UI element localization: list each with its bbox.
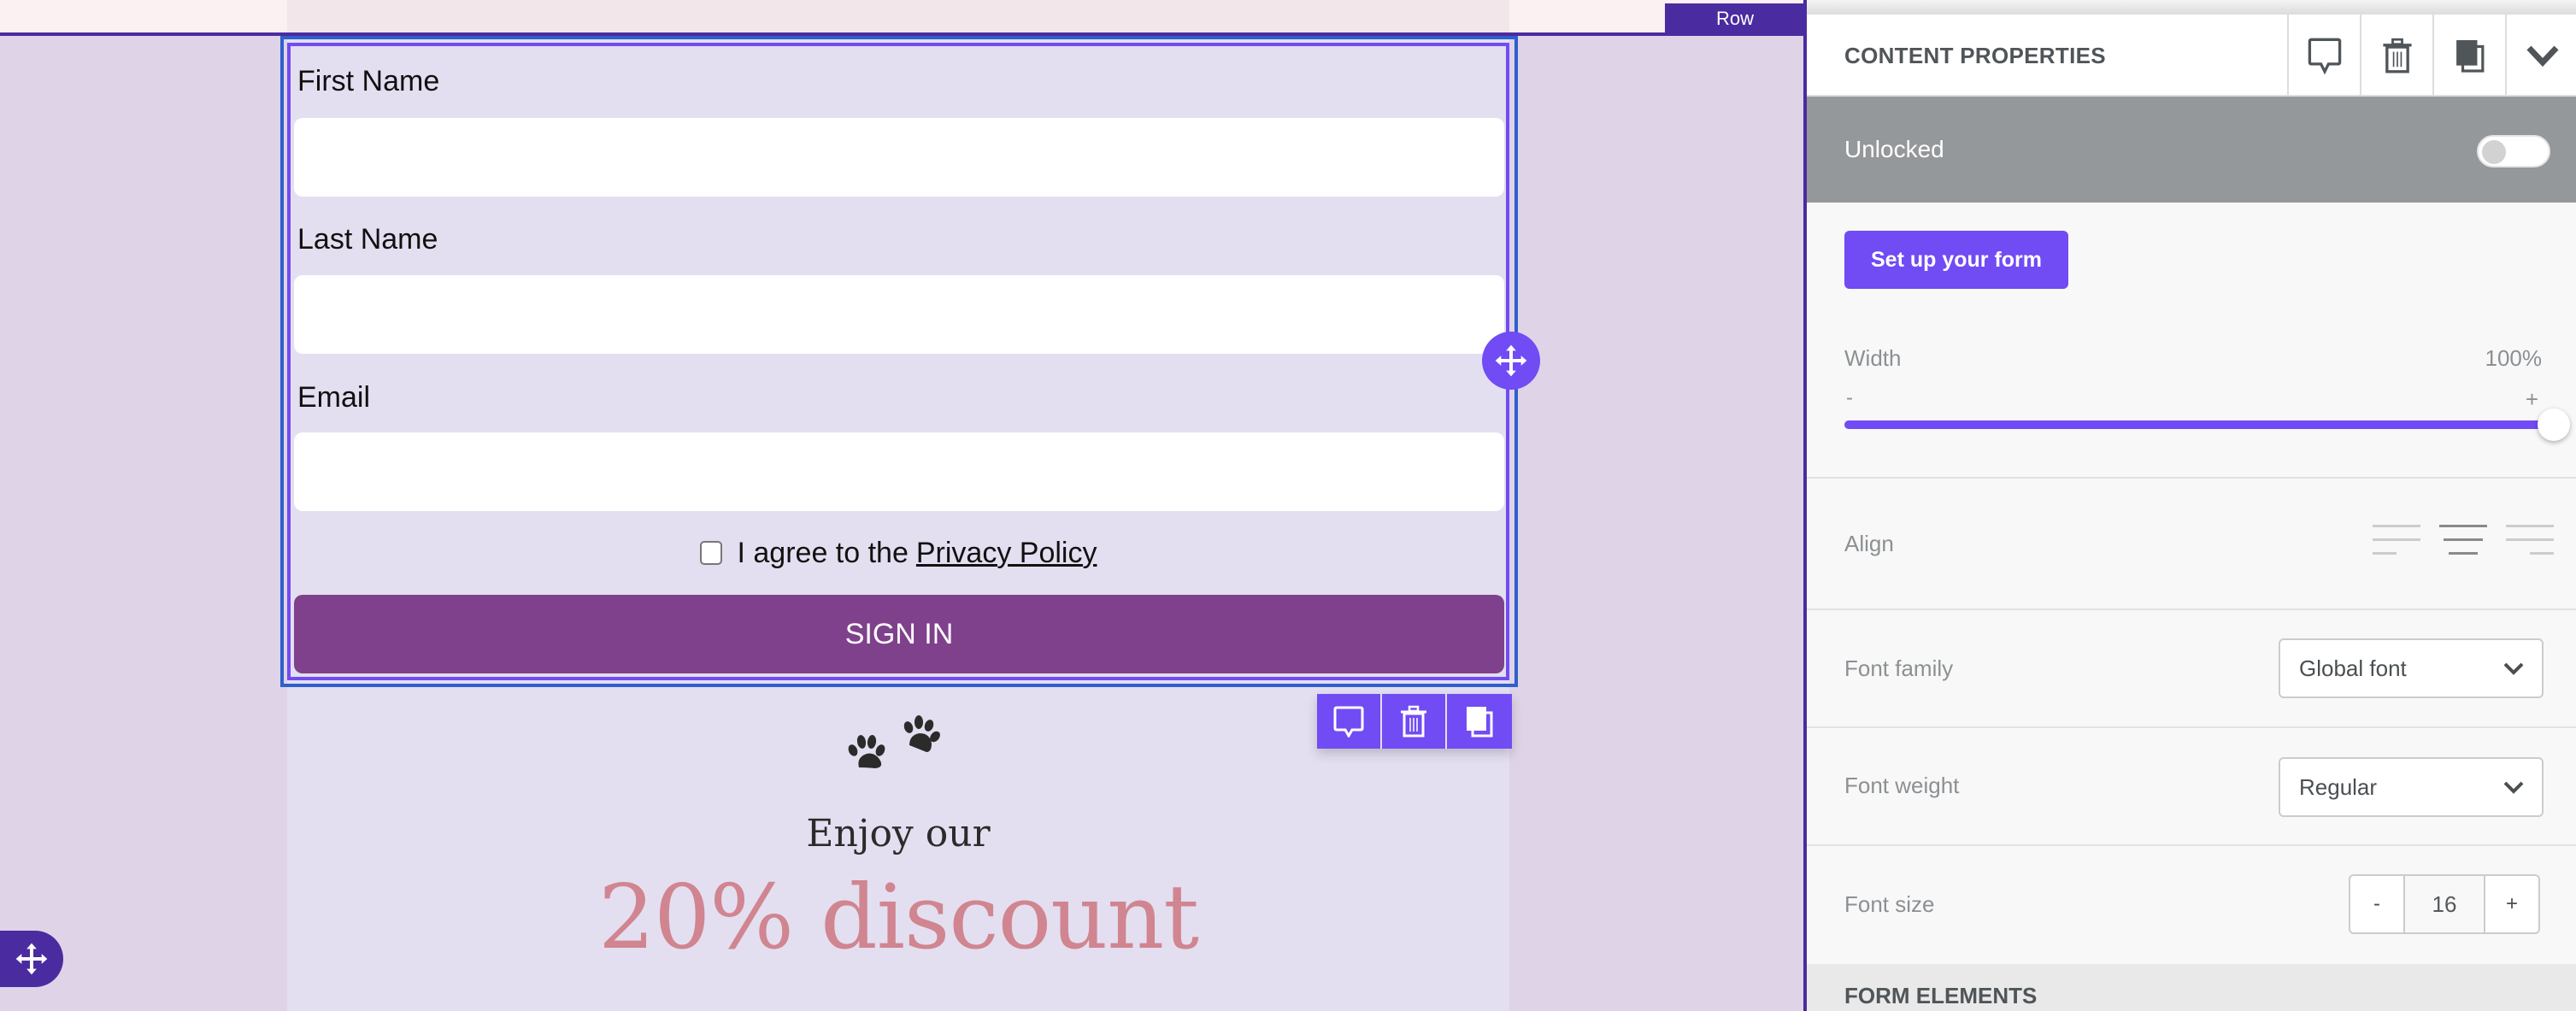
width-label: Width: [1844, 345, 1902, 371]
block-delete-button[interactable]: [1382, 694, 1447, 749]
setup-form-button[interactable]: Set up your form: [1844, 231, 2068, 289]
width-slider-min-label: -: [1846, 386, 1853, 409]
font-size-label: Font size: [1844, 891, 1935, 917]
toggle-knob: [2482, 140, 2506, 164]
form-elements-section[interactable]: FORM ELEMENTS: [1807, 964, 2576, 1011]
move-icon: [15, 942, 49, 976]
privacy-agree-text: I agree to the: [737, 536, 909, 569]
editor-canvas: Row First Name Last Name Email I agree t…: [0, 0, 1805, 1011]
row-above-left: [0, 0, 287, 32]
form-elements-title: FORM ELEMENTS: [1844, 983, 2038, 1008]
lock-status-label: Unlocked: [1844, 136, 1944, 162]
width-slider-max-label: +: [2525, 386, 2538, 412]
block-move-handle[interactable]: [1482, 332, 1540, 390]
last-name-input[interactable]: [294, 275, 1504, 354]
divider: [1807, 844, 2576, 846]
privacy-policy-link[interactable]: Privacy Policy: [916, 537, 1097, 570]
font-weight-label: Font weight: [1844, 773, 1960, 798]
block-comment-button[interactable]: [1317, 694, 1382, 749]
privacy-checkbox[interactable]: [699, 541, 722, 565]
paw-prints-icon: [848, 715, 940, 768]
first-name-input[interactable]: [294, 118, 1504, 197]
lock-bar: Unlocked: [1807, 97, 2576, 203]
properties-panel: CONTENT PROPERTIES Unlocked Set up your …: [1803, 0, 2576, 1011]
align-center-button[interactable]: [2439, 523, 2487, 557]
font-size-stepper: - 16 +: [2349, 874, 2540, 934]
panel-delete-button[interactable]: [2360, 15, 2432, 97]
width-slider-fill: [1844, 420, 2554, 429]
row-above-content[interactable]: [287, 0, 1509, 32]
font-weight-value: Regular: [2299, 773, 2378, 800]
comment-icon: [2308, 38, 2341, 74]
width-slider-thumb[interactable]: [2538, 409, 2570, 441]
first-name-label: First Name: [297, 65, 440, 97]
duplicate-icon: [1467, 707, 1493, 738]
align-label: Align: [1844, 531, 1894, 556]
email-input[interactable]: [294, 432, 1504, 511]
last-name-label: Last Name: [297, 223, 438, 256]
divider: [1807, 726, 2576, 728]
font-size-increase-button[interactable]: +: [2485, 876, 2538, 932]
chevron-down-icon: [2526, 45, 2559, 67]
sign-in-button[interactable]: SIGN IN: [294, 595, 1504, 673]
align-left-button[interactable]: [2373, 523, 2420, 557]
panel-comment-button[interactable]: [2287, 15, 2360, 97]
panel-collapse-button[interactable]: [2505, 15, 2576, 97]
comment-icon: [1333, 706, 1364, 738]
font-family-select[interactable]: Global font: [2279, 638, 2544, 698]
privacy-agree-row: I agree to the Privacy Policy: [287, 533, 1509, 573]
block-toolbar: [1317, 694, 1512, 749]
font-family-label: Font family: [1844, 655, 1954, 681]
move-icon: [1494, 344, 1528, 378]
width-slider[interactable]: [1844, 409, 2570, 441]
panel-header: CONTENT PROPERTIES: [1807, 15, 2576, 97]
chevron-down-icon: [2503, 781, 2524, 794]
duplicate-icon: [2455, 40, 2484, 73]
width-value: 100%: [2485, 345, 2543, 371]
divider: [1807, 477, 2576, 479]
trash-icon: [1401, 705, 1426, 738]
font-family-value: Global font: [2299, 655, 2407, 681]
divider: [1807, 608, 2576, 610]
font-weight-select[interactable]: Regular: [2279, 757, 2544, 817]
lock-toggle[interactable]: [2477, 135, 2550, 168]
promo-heading: Enjoy our: [806, 812, 991, 855]
block-duplicate-button[interactable]: [1447, 694, 1512, 749]
panel-top-shadow: [1807, 0, 2576, 15]
trash-icon: [2382, 38, 2412, 73]
promo-discount: 20% discount: [597, 865, 1199, 969]
email-label: Email: [297, 381, 371, 414]
row-tab[interactable]: Row: [1665, 3, 1805, 34]
align-options: [2373, 523, 2554, 557]
align-right-button[interactable]: [2506, 523, 2554, 557]
chevron-down-icon: [2503, 662, 2524, 675]
font-size-value[interactable]: 16: [2403, 876, 2485, 932]
row-move-handle[interactable]: [0, 931, 63, 987]
panel-duplicate-button[interactable]: [2432, 15, 2505, 97]
panel-title: CONTENT PROPERTIES: [1844, 42, 2106, 68]
font-size-decrease-button[interactable]: -: [2350, 876, 2403, 932]
